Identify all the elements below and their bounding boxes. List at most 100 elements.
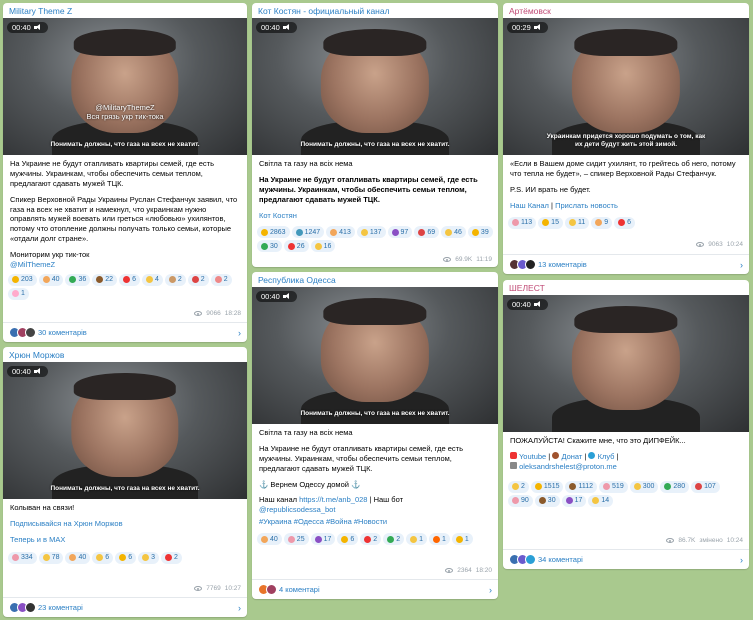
reaction[interactable]: 3: [138, 551, 159, 564]
post-card-military-theme-z: Military Theme Z 00:40 @MilitaryThemeZ Вс…: [3, 3, 247, 342]
reaction[interactable]: 97: [387, 226, 413, 239]
reaction[interactable]: 2: [508, 480, 529, 493]
reaction[interactable]: 6: [337, 533, 359, 546]
reaction[interactable]: 30: [257, 240, 282, 253]
reaction[interactable]: 25: [283, 533, 309, 546]
comments-bar[interactable]: 13 коментарів ›: [503, 254, 749, 274]
reaction[interactable]: 14: [588, 494, 614, 507]
comments-bar[interactable]: 30 коментарів ›: [3, 322, 247, 342]
reaction[interactable]: 69: [414, 226, 440, 239]
bot-link[interactable]: @republicsodessa_bot: [259, 505, 335, 514]
reaction[interactable]: 203: [8, 273, 37, 286]
channel-link[interactable]: https://t.me/anb_028: [299, 495, 367, 504]
reaction[interactable]: 4: [141, 273, 163, 286]
reaction[interactable]: 2: [187, 273, 209, 286]
channel-name[interactable]: Республика Одесса: [252, 272, 498, 287]
reaction[interactable]: 1515: [530, 480, 564, 493]
reaction[interactable]: 30: [534, 494, 560, 507]
youtube-link[interactable]: Youtube: [519, 452, 546, 461]
reaction[interactable]: 1: [8, 287, 29, 300]
channel-link[interactable]: Наш Канал: [510, 201, 549, 210]
channel-name[interactable]: Military Theme Z: [3, 3, 247, 18]
reaction[interactable]: 90: [508, 494, 533, 507]
speaker-icon[interactable]: [33, 368, 43, 375]
reaction[interactable]: 2: [383, 533, 405, 546]
speaker-icon[interactable]: [33, 24, 43, 31]
reaction[interactable]: 413: [326, 226, 355, 239]
reaction[interactable]: 1: [451, 533, 473, 546]
views-icon: [194, 586, 203, 591]
reaction[interactable]: 6: [614, 216, 636, 229]
submit-news-link[interactable]: Прислать новость: [555, 201, 618, 210]
reaction[interactable]: 1: [406, 533, 428, 546]
channel-name[interactable]: Артёмовск: [503, 3, 749, 18]
channel-name[interactable]: Хрюн Моржов: [3, 347, 247, 362]
reaction[interactable]: 40: [65, 551, 91, 564]
reaction[interactable]: 2: [161, 551, 182, 564]
video-player[interactable]: 00:40 Понимать должны, что газа на всех …: [252, 18, 498, 155]
channel-name[interactable]: Кот Костян - официальный канал: [252, 3, 498, 18]
reaction[interactable]: 40: [38, 273, 64, 286]
email-link[interactable]: oleksandrshelest@proton.me: [519, 462, 617, 471]
reaction[interactable]: 9: [591, 216, 613, 229]
reaction[interactable]: 26: [283, 240, 309, 253]
video-player[interactable]: 00:40: [503, 295, 749, 432]
max-link[interactable]: Теперь и в MAX: [10, 535, 65, 544]
reaction[interactable]: 280: [660, 480, 690, 493]
reactions: 40 25 17 6 2 2 1 1 1: [252, 533, 498, 546]
video-player[interactable]: 00:29 Украинкам придется хорошо подумать…: [503, 18, 749, 155]
video-subtitle: Понимать должны, что газа на всех не хва…: [50, 140, 200, 148]
reaction[interactable]: 1112: [565, 480, 598, 493]
reaction[interactable]: 300: [629, 480, 659, 493]
reaction[interactable]: 137: [356, 226, 386, 239]
comments-bar[interactable]: 34 коментарі ›: [503, 549, 749, 569]
post-card-khryun-morzhov: Хрюн Моржов 00:40 Понимать должны, что г…: [3, 347, 247, 617]
duration-badge: 00:40: [507, 299, 548, 310]
reaction[interactable]: 1: [429, 533, 450, 546]
reaction[interactable]: 113: [508, 216, 537, 229]
speaker-icon[interactable]: [533, 24, 543, 31]
post-meta: 7769 10:27: [194, 585, 241, 592]
subscribe-link[interactable]: Подписывайся на Хрюн Моржов: [10, 519, 123, 528]
reaction[interactable]: 334: [8, 551, 37, 564]
reaction[interactable]: 107: [691, 480, 720, 493]
reaction[interactable]: 1247: [291, 226, 325, 239]
handle-link[interactable]: @MilThemeZ: [10, 260, 55, 269]
reaction[interactable]: 6: [119, 273, 140, 286]
video-player[interactable]: 00:40 Понимать должны, что газа на всех …: [252, 287, 498, 424]
comments-bar[interactable]: 23 коментарі ›: [3, 597, 247, 617]
reaction[interactable]: 17: [561, 494, 587, 507]
reaction[interactable]: 11: [564, 216, 590, 229]
reactions: 203 40 36 22 6 4 2 2 2 1: [3, 273, 247, 300]
reaction[interactable]: 16: [310, 240, 336, 253]
reaction[interactable]: 2: [210, 273, 232, 286]
reaction[interactable]: 15: [538, 216, 563, 229]
channel-name[interactable]: ШЕЛЕСТ: [503, 280, 749, 295]
post-text: На Украине не будут отапливать квартиры …: [10, 159, 238, 270]
reaction[interactable]: 40: [257, 533, 282, 546]
post-card-shelest: ШЕЛЕСТ 00:40 ПОЖАЛУЙСТА! Скажите мне, чт…: [503, 280, 749, 569]
club-link[interactable]: Клуб: [598, 452, 615, 461]
reaction[interactable]: 22: [92, 273, 118, 286]
reaction[interactable]: 39: [467, 226, 493, 239]
reaction[interactable]: 6: [92, 551, 114, 564]
reaction[interactable]: 6: [115, 551, 137, 564]
reaction[interactable]: 17: [310, 533, 336, 546]
video-subtitle: Украинкам придется хорошо подумать о том…: [546, 132, 706, 148]
reaction[interactable]: 2863: [257, 226, 290, 239]
reaction[interactable]: 2: [360, 533, 382, 546]
speaker-icon[interactable]: [282, 24, 292, 31]
video-player[interactable]: 00:40 @MilitaryThemeZ Вся грязь укр тик-т…: [3, 18, 247, 155]
reaction[interactable]: 519: [599, 480, 628, 493]
hashtags[interactable]: #Украина #Одесса #Война #Новости: [259, 517, 491, 527]
speaker-icon[interactable]: [533, 301, 543, 308]
post-text: Світла та газу на всіх нема На Украине н…: [252, 424, 498, 533]
video-player[interactable]: 00:40 Понимать должны, что газа на всех …: [3, 362, 247, 499]
comments-bar[interactable]: 4 коментарі ›: [252, 579, 498, 599]
reaction[interactable]: 36: [65, 273, 91, 286]
speaker-icon[interactable]: [282, 293, 292, 300]
reaction[interactable]: 46: [441, 226, 466, 239]
donate-link[interactable]: Донат: [561, 452, 582, 461]
reaction[interactable]: 78: [38, 551, 64, 564]
reaction[interactable]: 2: [164, 273, 186, 286]
